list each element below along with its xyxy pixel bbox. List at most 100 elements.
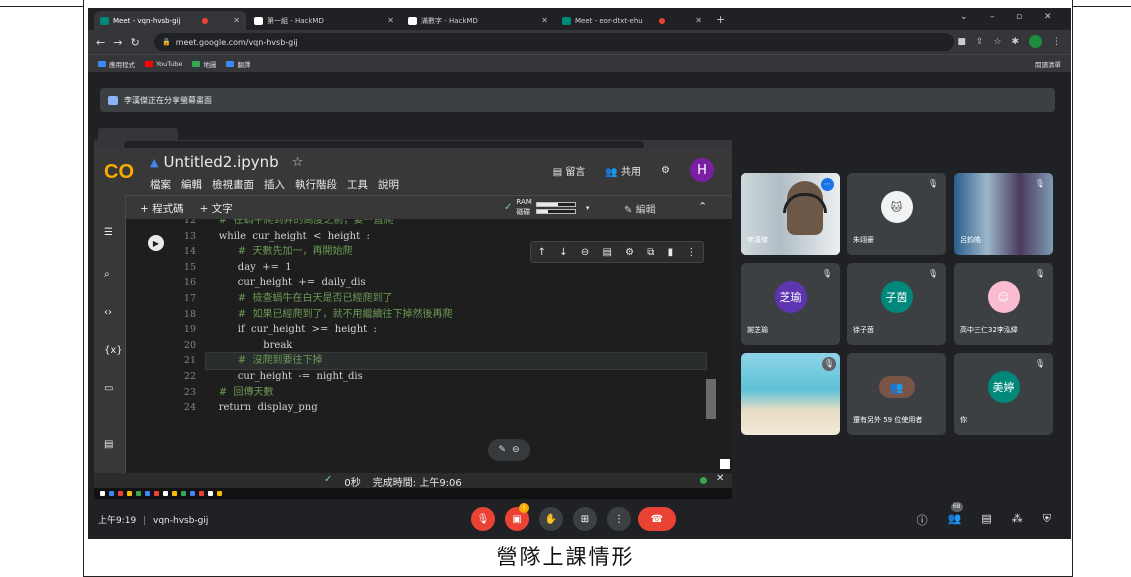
scrollbar[interactable] [706,379,716,419]
forward-icon[interactable]: → [113,36,122,49]
bookmark-apps[interactable]: 應用程式 [98,59,135,69]
add-code-button[interactable]: + 程式碼 [140,201,184,216]
settings-gear-icon[interactable]: ⚙ [625,247,634,258]
comment-icon[interactable]: ▤ [602,247,611,258]
link-icon[interactable]: ⊖ [581,247,589,258]
search-icon[interactable]: ⌕ [104,269,110,280]
more-options-icon[interactable]: ⋯ [821,178,834,191]
minimize-icon[interactable]: – [990,12,995,22]
reading-list[interactable]: 閱讀清單 [1035,59,1061,69]
youtube-icon [145,60,153,67]
camera-indicator-icon[interactable]: ■ [957,37,966,47]
close-tab-icon[interactable]: ✕ [387,16,394,25]
user-avatar[interactable]: H [690,158,714,182]
menu-tools[interactable]: 工具 [347,177,368,192]
maximize-icon[interactable]: ▫ [1016,12,1022,22]
browser-tab[interactable]: 第一組 - HackMD ✕ [248,11,400,30]
line-number: 20 [183,339,196,351]
code-cell[interactable]: ▶ 12 13 14 15 16 17 18 19 20 21 22 23 24 # 在蝸牛爬到井的高度… [140,219,720,473]
menu-view[interactable]: 檢視畫面 [212,177,254,192]
close-tab-icon[interactable]: ✕ [695,16,702,25]
close-window-icon[interactable]: ✕ [1044,12,1052,22]
variables-icon[interactable]: {x} [104,345,123,356]
browser-tab[interactable]: Meet - eor-dtxt-ehu ✕ [556,11,708,30]
tab-title: Meet - eor-dtxt-ehu [575,16,643,25]
participant-tile[interactable]: 🎙 ☺ 高中三仁32李泓緯 [954,263,1053,345]
participant-tile[interactable]: 🎙 🐱 朱翊豪 [847,173,946,255]
raise-hand-icon[interactable]: ✋ [539,507,563,531]
participant-tile[interactable]: 🎙 [741,353,840,435]
line-number: 24 [183,402,196,414]
mic-off-icon: 🎙 [822,357,836,371]
host-controls-icon[interactable]: ⛨ [1043,512,1051,528]
close-tab-icon[interactable]: ✕ [233,16,240,25]
participant-tile[interactable]: 🎙 美婷 你 [954,353,1053,435]
chat-icon[interactable]: ▤ [981,512,991,528]
participant-tile[interactable]: 🎙 子茵 徐子茵 [847,263,946,345]
people-icon[interactable]: 👥 68 [948,502,963,528]
browser-tab[interactable]: Meet - vqn-hvsb-gij ✕ [94,11,246,30]
present-now-icon[interactable]: ⊞ [573,507,597,531]
maps-icon [192,60,201,67]
move-down-icon[interactable]: ↓ [559,247,567,258]
more-vert-icon[interactable]: ⋮ [686,247,696,258]
menu-insert[interactable]: 插入 [264,177,285,192]
chevron-up-icon[interactable]: ⌃ [698,200,707,213]
reload-icon[interactable]: ↻ [130,36,139,49]
menu-help[interactable]: 說明 [378,177,399,192]
browser-tab[interactable]: 滿數字 - HackMD ✕ [402,11,554,30]
extensions-icon[interactable]: ✱ [1011,37,1019,47]
more-options-icon[interactable]: ⋮ [607,507,631,531]
tab-title: Meet - vqn-hvsb-gij [113,16,181,25]
leave-call-icon[interactable]: ☎ [638,507,676,531]
close-icon[interactable]: ✕ [716,473,724,484]
menu-file[interactable]: 檔案 [150,177,171,192]
edit-mode-button[interactable]: ✎ 編輯 [624,201,656,216]
participant-tile[interactable]: 🎙 呂鈞皓 [954,173,1053,255]
bookmark-star-icon[interactable]: ☆ [993,37,1001,47]
participant-tile[interactable]: 🎙 芝瑜 謝芝瑜 [741,263,840,345]
activities-icon[interactable]: ⁂ [1012,512,1023,528]
back-icon[interactable]: ← [96,36,105,49]
participant-avatar: 芝瑜 [774,281,807,313]
meeting-code: vqn-hvsb-gij [153,516,209,526]
close-tab-icon[interactable]: ✕ [541,16,548,25]
share-button[interactable]: 👥 共用 [605,163,641,178]
files-icon[interactable]: ▭ [104,383,113,394]
line-number: 17 [183,292,196,304]
meeting-details-icon[interactable]: ⓘ [917,512,928,528]
notebook-title[interactable]: Untitled2.ipynb [163,153,278,171]
mic-off-icon[interactable]: 🎙 [471,507,495,531]
pin-icon[interactable]: ✎ [498,445,506,455]
chrome-menu-icon[interactable]: ⋮ [1052,37,1061,47]
chevron-down-icon[interactable]: ▾ [586,204,590,212]
add-text-button[interactable]: + 文字 [200,201,233,216]
bookmark-youtube[interactable]: YouTube [145,60,182,68]
participant-tile[interactable]: ⋯ 李漢傑 [741,173,840,255]
code-snippets-icon[interactable]: ‹› [104,307,112,318]
remove-icon[interactable]: ⊖ [512,445,520,455]
menu-edit[interactable]: 編輯 [181,177,202,192]
new-tab-button[interactable]: + [716,13,725,26]
settings-gear-icon[interactable]: ⚙ [661,165,670,176]
line-number: 23 [183,386,196,398]
address-bar[interactable]: 🔒 meet.google.com/vqn-hvsb-gij [154,33,954,51]
share-page-icon[interactable]: ⇪ [976,37,984,47]
tab-search-icon[interactable]: ⌄ [960,12,968,22]
terminal-icon[interactable]: ▤ [104,439,113,450]
comment-button[interactable]: ▤ 留言 [553,163,586,178]
mirror-cell-icon[interactable]: ⧉ [647,247,654,258]
participant-tile[interactable]: 👥 還有另外 59 位使用者 [847,353,946,435]
code-line: if cur_height >= height : [206,324,377,336]
toc-icon[interactable]: ☰ [104,227,113,238]
move-up-icon[interactable]: ↑ [538,247,546,258]
menu-runtime[interactable]: 執行階段 [295,177,337,192]
run-cell-button[interactable]: ▶ [148,235,164,251]
delete-icon[interactable]: ▮ [668,247,674,258]
bookmark-maps[interactable]: 地圖 [192,59,216,69]
bookmark-translate[interactable]: 翻譯 [226,59,250,69]
profile-avatar[interactable] [1029,35,1042,48]
star-icon[interactable]: ☆ [292,155,304,170]
resource-monitor[interactable]: ✓ RAM 磁碟 ▾ [504,198,589,217]
apps-grid-icon [98,60,106,67]
